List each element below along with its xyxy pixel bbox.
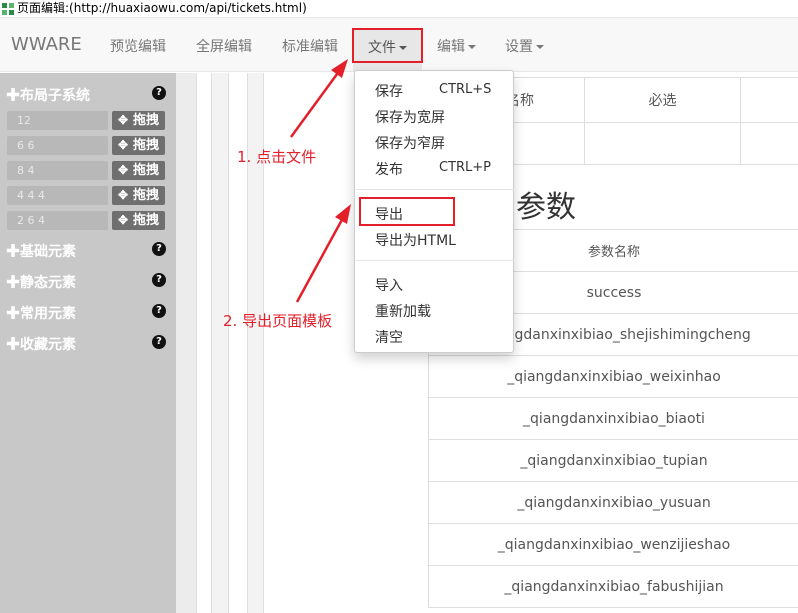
export-highlight-box <box>359 197 455 226</box>
arrow-step1 <box>289 59 348 138</box>
arrow-shaft <box>295 215 346 303</box>
annotation-arrows <box>289 59 351 303</box>
arrow-head <box>331 59 348 78</box>
arrow-shaft <box>289 69 342 138</box>
arrow-step2 <box>295 204 351 303</box>
arrow-head <box>335 204 351 224</box>
